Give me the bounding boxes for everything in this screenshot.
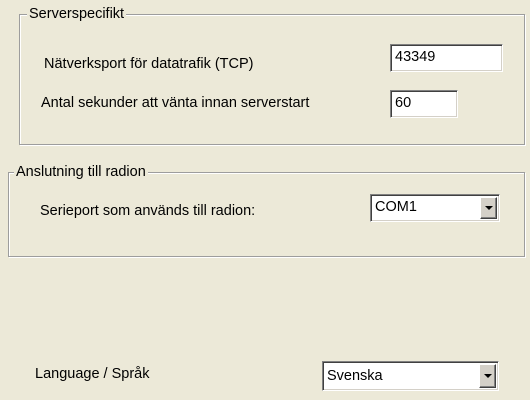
server-group-title: Serverspecifikt — [27, 5, 127, 23]
language-value: Svenska — [327, 368, 383, 384]
serial-port-label: Serieport som används till radion: — [40, 203, 256, 219]
serial-port-value: COM1 — [375, 199, 417, 215]
startup-delay-field[interactable]: 60 — [390, 90, 458, 118]
chevron-down-icon — [483, 374, 492, 378]
radio-connection-group-title: Anslutning till radion — [14, 163, 148, 181]
tcp-port-field[interactable]: 43349 — [390, 44, 503, 72]
language-dropdown-button[interactable] — [479, 364, 496, 388]
language-label: Language / Språk — [35, 366, 150, 382]
server-group: Serverspecifikt — [19, 5, 525, 145]
serial-port-dropdown-button[interactable] — [480, 197, 497, 219]
serial-port-select[interactable]: COM1 — [370, 194, 500, 222]
chevron-down-icon — [484, 206, 493, 210]
tcp-port-label: Nätverksport för datatrafik (TCP) — [44, 56, 254, 72]
startup-delay-label: Antal sekunder att vänta innan serversta… — [41, 95, 310, 111]
language-select[interactable]: Svenska — [322, 361, 499, 391]
